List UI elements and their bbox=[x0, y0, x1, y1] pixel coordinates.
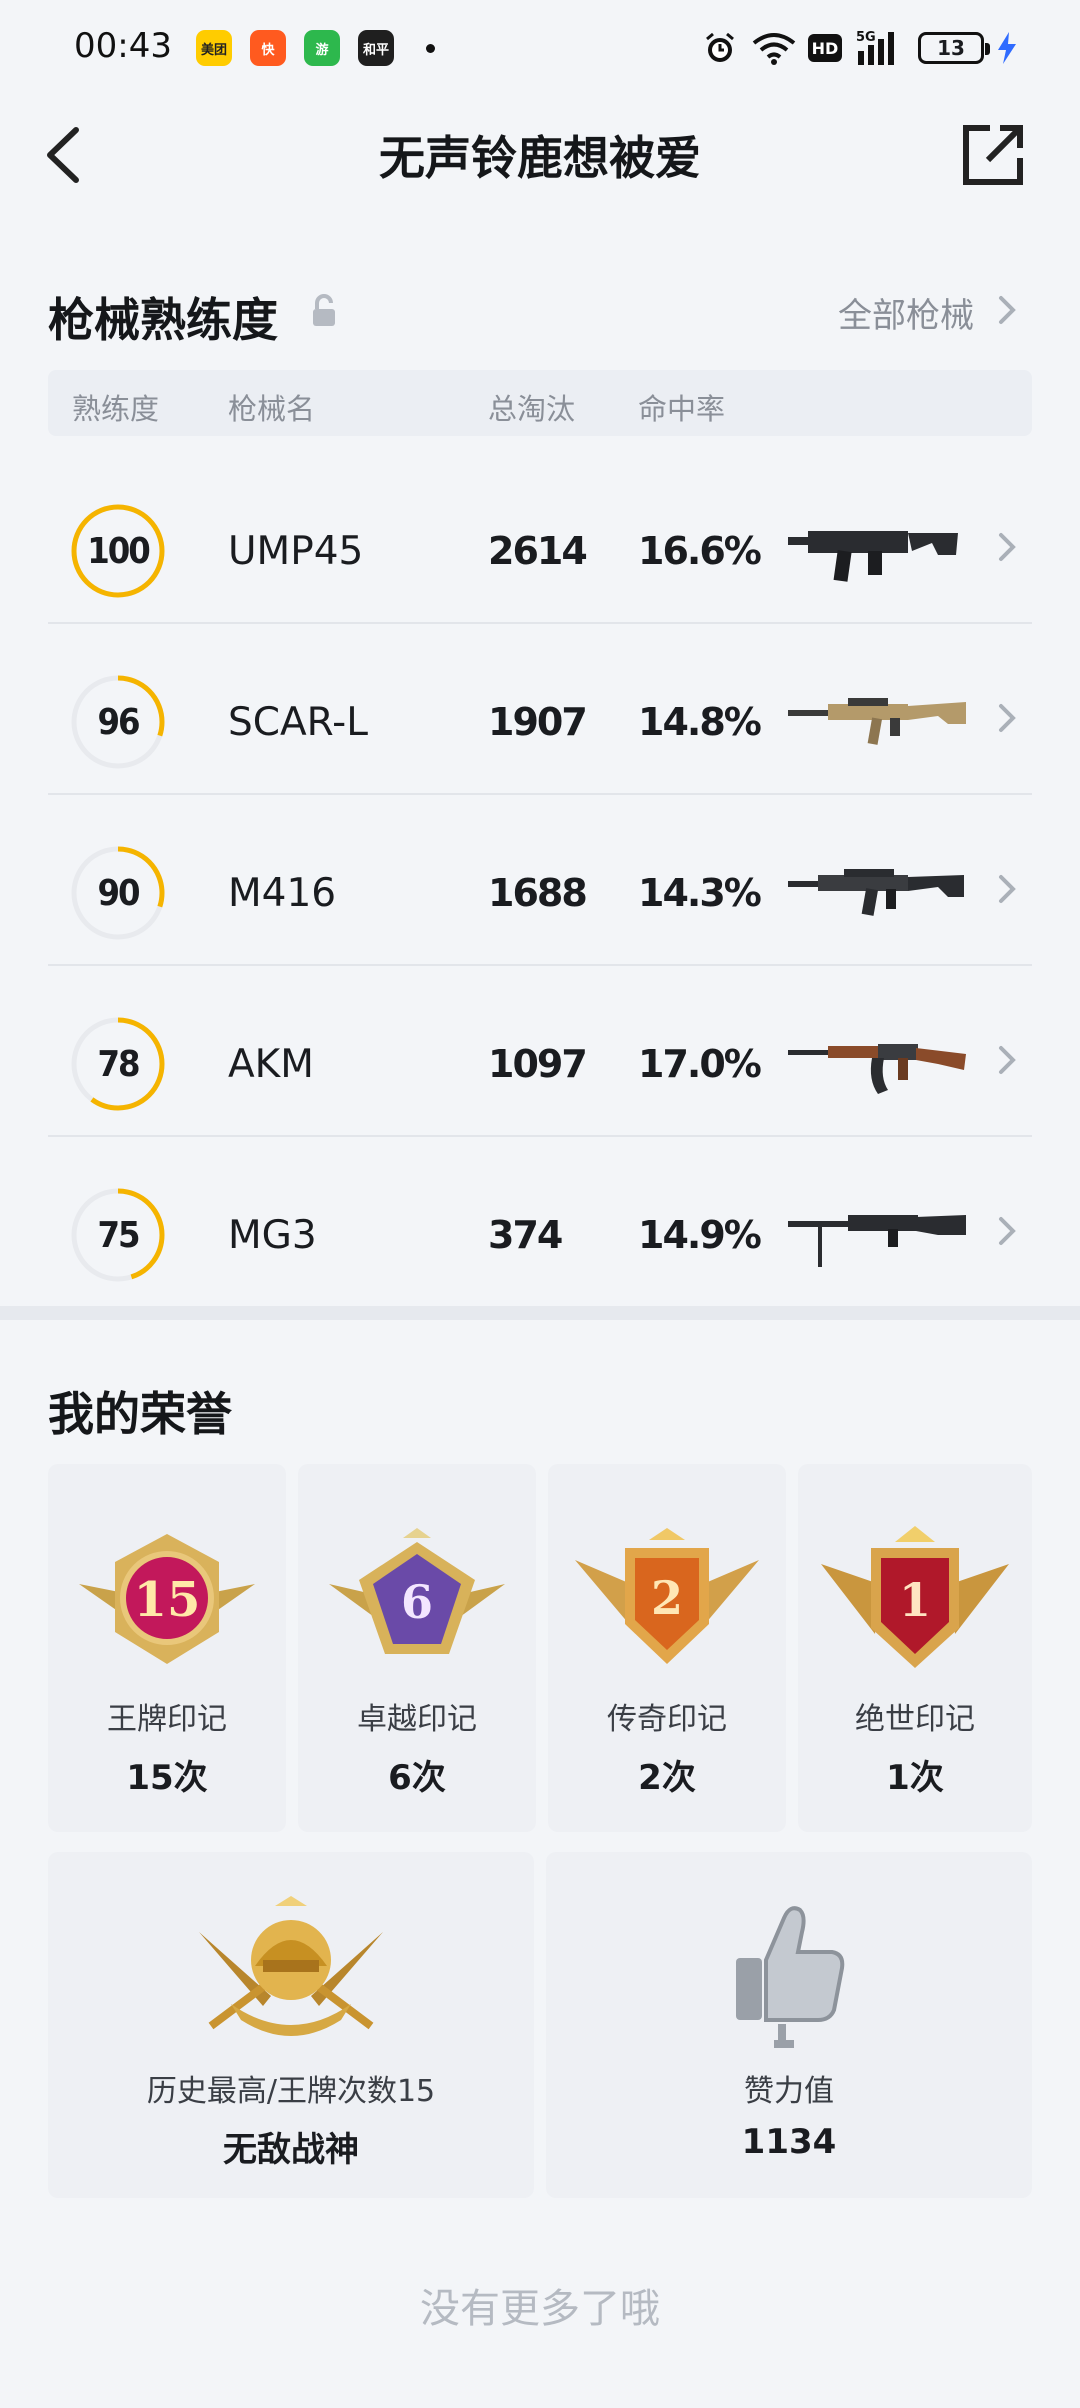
thumbs-up-icon bbox=[724, 1898, 854, 2048]
mastery-level: 90 bbox=[97, 872, 140, 914]
weapon-accuracy: 16.6% bbox=[638, 529, 762, 573]
chevron-right-icon[interactable] bbox=[996, 1211, 1020, 1251]
weapon-accuracy: 14.8% bbox=[638, 700, 762, 744]
mastery-level: 75 bbox=[97, 1214, 140, 1256]
svg-text:15: 15 bbox=[134, 1572, 201, 1628]
weapon-image bbox=[788, 845, 968, 935]
excellent-badge-icon: 6 bbox=[319, 1524, 515, 1694]
best-rank-label: 历史最高/王牌次数15 bbox=[146, 2074, 436, 2109]
game-app-icon: 游 bbox=[304, 30, 340, 66]
kuaishou-app-icon: 快 bbox=[250, 30, 286, 66]
weapon-kills: 1688 bbox=[488, 871, 588, 915]
page-title: 无声铃鹿想被爱 bbox=[379, 131, 701, 185]
excellent-label: 卓越印记 bbox=[357, 1702, 477, 1737]
charging-icon bbox=[994, 28, 1020, 68]
weapon-row[interactable]: 100 UMP45 2614 16.6% bbox=[48, 453, 1032, 624]
best-rank-value: 无敌战神 bbox=[223, 2130, 359, 2170]
weapon-name: SCAR-L bbox=[228, 700, 368, 745]
share-icon bbox=[963, 125, 1023, 185]
unlock-icon bbox=[310, 294, 338, 332]
weapon-row[interactable]: 90 M416 1688 14.3% bbox=[48, 795, 1032, 966]
honor-card-peerless[interactable]: 1 绝世印记 1次 bbox=[798, 1464, 1032, 1832]
chevron-right-icon[interactable] bbox=[996, 527, 1020, 567]
meituan-app-icon: 美团 bbox=[196, 30, 232, 66]
likes-label: 赞力值 bbox=[744, 2074, 834, 2109]
excellent-count: 6次 bbox=[388, 1758, 446, 1798]
weapon-kills: 1097 bbox=[488, 1042, 588, 1086]
ace-label: 王牌印记 bbox=[107, 1702, 227, 1737]
all-weapons-chevron-icon[interactable] bbox=[996, 290, 1020, 330]
weapon-kills: 1907 bbox=[488, 700, 588, 744]
share-button[interactable] bbox=[960, 122, 1030, 192]
weapon-section-title: 枪械熟练度 bbox=[48, 293, 278, 347]
peerless-count: 1次 bbox=[886, 1758, 944, 1798]
wifi-icon bbox=[750, 28, 798, 68]
battery-icon: 13 bbox=[918, 32, 990, 64]
column-header-name: 枪械名 bbox=[228, 392, 316, 426]
legend-label: 传奇印记 bbox=[607, 1702, 727, 1737]
no-more-text: 没有更多了哦 bbox=[420, 2286, 660, 2332]
honor-card-legend[interactable]: 2 传奇印记 2次 bbox=[548, 1464, 786, 1832]
honor-card-excellent[interactable]: 6 卓越印记 6次 bbox=[298, 1464, 536, 1832]
signal-icon: 5G bbox=[856, 28, 906, 68]
weapon-kills: 2614 bbox=[488, 529, 588, 573]
weapon-name: MG3 bbox=[228, 1213, 317, 1258]
weapon-row[interactable]: 78 AKM 1097 17.0% bbox=[48, 966, 1032, 1137]
chevron-right-icon[interactable] bbox=[996, 1040, 1020, 1080]
svg-text:2: 2 bbox=[651, 1571, 683, 1625]
column-header-accuracy: 命中率 bbox=[638, 392, 726, 426]
weapon-name: UMP45 bbox=[228, 529, 364, 574]
weapon-accuracy: 17.0% bbox=[638, 1042, 762, 1086]
peerless-badge-icon: 1 bbox=[817, 1524, 1013, 1694]
honors-section-title: 我的荣誉 bbox=[48, 1387, 232, 1441]
honor-card-best-rank[interactable]: 历史最高/王牌次数15 无敌战神 bbox=[48, 1852, 534, 2198]
notification-dot-icon bbox=[426, 44, 435, 53]
legend-count: 2次 bbox=[638, 1758, 696, 1798]
weapon-name: AKM bbox=[228, 1042, 314, 1087]
weapon-image bbox=[788, 674, 968, 764]
status-bar: 00:43 美团 快 游 和平 HD 5G 13 bbox=[0, 0, 1080, 95]
status-time: 00:43 bbox=[74, 26, 172, 66]
chevron-right-icon[interactable] bbox=[996, 869, 1020, 909]
ace-badge-icon: 15 bbox=[69, 1524, 265, 1694]
honor-card-ace[interactable]: 15 王牌印记 15次 bbox=[48, 1464, 286, 1832]
mastery-level: 100 bbox=[87, 530, 151, 572]
weapon-row[interactable]: 75 MG3 374 14.9% bbox=[48, 1137, 1032, 1308]
weapon-accuracy: 14.3% bbox=[638, 871, 762, 915]
heping-app-icon: 和平 bbox=[358, 30, 394, 66]
column-header-mastery: 熟练度 bbox=[72, 392, 160, 426]
column-header-kills: 总淘汰 bbox=[488, 392, 576, 426]
alarm-icon bbox=[700, 28, 740, 68]
all-weapons-link[interactable]: 全部枪械 bbox=[838, 288, 974, 337]
section-divider bbox=[0, 1306, 1080, 1320]
honor-card-likes[interactable]: 赞力值 1134 bbox=[546, 1852, 1032, 2198]
likes-value: 1134 bbox=[741, 2122, 837, 2162]
legend-badge-icon: 2 bbox=[569, 1524, 765, 1694]
weapon-image bbox=[788, 1187, 968, 1277]
mastery-level: 96 bbox=[97, 701, 140, 743]
mastery-level: 78 bbox=[97, 1043, 140, 1085]
svg-text:1: 1 bbox=[899, 1573, 931, 1627]
weapon-accuracy: 14.9% bbox=[638, 1213, 762, 1257]
weapon-row[interactable]: 96 SCAR-L 1907 14.8% bbox=[48, 624, 1032, 795]
svg-text:5G: 5G bbox=[856, 30, 876, 45]
weapon-name: M416 bbox=[228, 871, 337, 916]
weapon-image bbox=[788, 503, 968, 593]
weapon-kills: 374 bbox=[488, 1213, 563, 1257]
conqueror-badge-icon bbox=[191, 1896, 391, 2056]
peerless-label: 绝世印记 bbox=[855, 1702, 975, 1737]
svg-text:6: 6 bbox=[401, 1575, 433, 1629]
hd-icon: HD bbox=[808, 34, 842, 62]
chevron-right-icon[interactable] bbox=[996, 698, 1020, 738]
weapon-image bbox=[788, 1016, 968, 1106]
ace-count: 15次 bbox=[126, 1758, 208, 1798]
